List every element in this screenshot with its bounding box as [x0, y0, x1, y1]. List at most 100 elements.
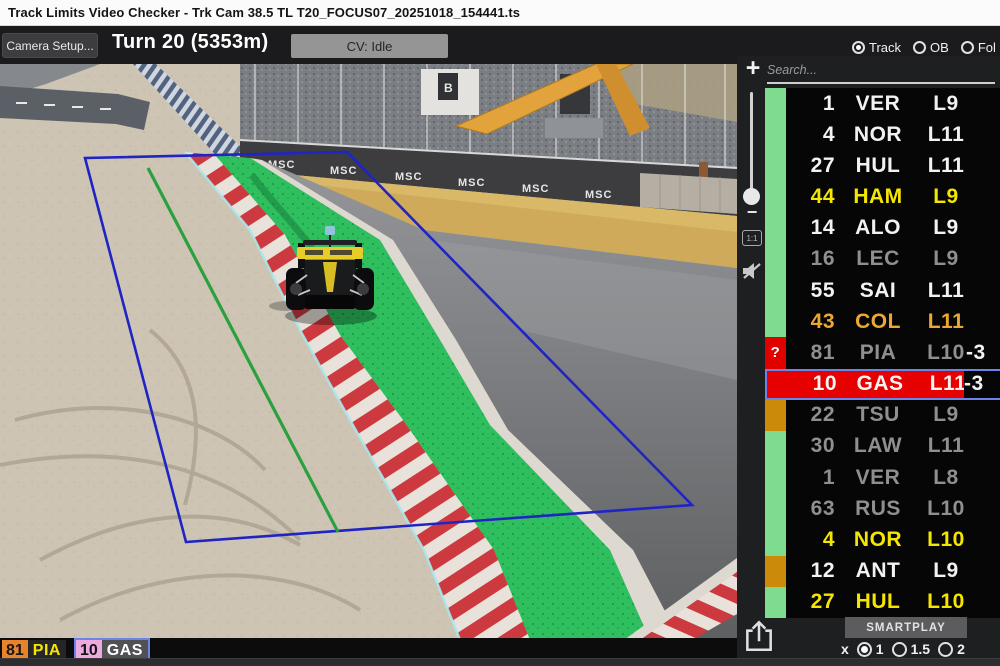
- driver-number: 44: [786, 185, 835, 209]
- driver-row[interactable]: 55SAIL11: [765, 275, 1000, 306]
- driver-row[interactable]: 4NORL10: [765, 524, 1000, 555]
- driver-lap: L11: [921, 123, 971, 147]
- driver-name: ANT: [835, 559, 921, 583]
- status-strip: [765, 400, 786, 431]
- radio-dot-icon: [961, 41, 974, 54]
- status-strip: [765, 493, 786, 524]
- mute-icon[interactable]: [742, 262, 762, 280]
- driver-lap: L9: [921, 559, 971, 583]
- flag-board-letter: B: [444, 81, 453, 95]
- driver-name: LEC: [835, 247, 921, 271]
- driver-name: ALO: [835, 216, 921, 240]
- turn-label: Turn 20 (5353m): [112, 31, 268, 54]
- playback-speed-radios: x 1 1.5 2: [841, 641, 965, 657]
- status-strip: [767, 371, 788, 398]
- driver-number: 43: [786, 310, 835, 334]
- driver-row[interactable]: ?81PIAL10-3: [765, 337, 1000, 368]
- driver-lap: L10: [921, 497, 971, 521]
- bottom-strip: [0, 658, 1000, 666]
- view-mode-label: Track: [869, 40, 901, 55]
- driver-row[interactable]: 1VERL9: [765, 88, 1000, 119]
- flag-badge: ?: [765, 337, 786, 368]
- status-strip: [765, 213, 786, 244]
- driver-row[interactable]: 27HULL10: [765, 587, 1000, 618]
- status-strip: [765, 119, 786, 150]
- speed-label: 2: [957, 641, 965, 657]
- view-mode-track[interactable]: Track: [852, 40, 901, 55]
- driver-lap: L9: [921, 403, 971, 427]
- speed-prefix: x: [841, 641, 849, 657]
- search-field: [767, 58, 995, 84]
- view-mode-label: Fol: [978, 40, 996, 55]
- driver-row[interactable]: 30LAWL11: [765, 431, 1000, 462]
- search-input[interactable]: [767, 58, 995, 82]
- driver-number: 1: [786, 92, 835, 116]
- svg-text:MSC: MSC: [458, 177, 485, 189]
- export-icon[interactable]: [743, 618, 775, 654]
- speed-1.5[interactable]: 1.5: [892, 641, 930, 657]
- driver-row[interactable]: 1VERL8: [765, 462, 1000, 493]
- driver-row[interactable]: 4NORL11: [765, 119, 1000, 150]
- driver-name: RUS: [835, 497, 921, 521]
- cv-status-button[interactable]: CV: Idle: [291, 34, 448, 58]
- driver-row[interactable]: 10GASL11-3: [765, 369, 1000, 400]
- svg-text:MSC: MSC: [585, 189, 612, 201]
- svg-text:MSC: MSC: [395, 171, 422, 183]
- driver-lap: L8: [921, 466, 971, 490]
- speed-1[interactable]: 1: [857, 641, 884, 657]
- driver-number: 55: [786, 279, 835, 303]
- driver-name: NOR: [835, 123, 921, 147]
- driver-row[interactable]: 22TSUL9: [765, 400, 1000, 431]
- driver-lap: L11: [921, 154, 971, 178]
- radio-dot-icon: [857, 642, 872, 657]
- driver-name: VER: [835, 92, 921, 116]
- camera-setup-button[interactable]: Camera Setup...: [2, 33, 98, 58]
- driver-row[interactable]: 16LECL9: [765, 244, 1000, 275]
- status-strip: [765, 462, 786, 493]
- driver-row[interactable]: 43COLL11: [765, 306, 1000, 337]
- driver-row[interactable]: 27HULL11: [765, 150, 1000, 181]
- zoom-slider-track[interactable]: [750, 92, 753, 196]
- driver-row[interactable]: 12ANTL9: [765, 556, 1000, 587]
- video-area[interactable]: B MSCMSCMSCMSCMSCMSCMSC: [0, 64, 737, 640]
- right-panel: + − 1:1 1VERL94NORL1127HULL1144HAML914AL…: [737, 56, 1000, 666]
- bottom-bar: 81PIA10GAS: [0, 638, 737, 660]
- driver-name: HUL: [835, 590, 921, 614]
- view-mode-ob[interactable]: OB: [913, 40, 949, 55]
- driver-number: 10: [788, 372, 837, 396]
- driver-name: HAM: [835, 185, 921, 209]
- speed-2[interactable]: 2: [938, 641, 965, 657]
- view-mode-fol[interactable]: Fol: [961, 40, 996, 55]
- driver-number: 30: [786, 434, 835, 458]
- driver-lap: L11: [921, 434, 971, 458]
- driver-number: 27: [786, 590, 835, 614]
- zoom-out-button[interactable]: −: [745, 206, 759, 220]
- status-strip: [765, 275, 786, 306]
- driver-row[interactable]: 44HAML9: [765, 182, 1000, 213]
- status-strip: [765, 88, 786, 119]
- driver-lap: L9: [921, 185, 971, 209]
- driver-lap: L10: [921, 590, 971, 614]
- driver-delta: -3: [966, 341, 1000, 365]
- status-strip: [765, 244, 786, 275]
- driver-number: 27: [786, 154, 835, 178]
- svg-text:MSC: MSC: [330, 165, 357, 177]
- driver-lap: L10: [921, 341, 971, 365]
- driver-name: TSU: [835, 403, 921, 427]
- one-to-one-button[interactable]: 1:1: [742, 230, 762, 246]
- driver-number: 22: [786, 403, 835, 427]
- view-mode-radios: Track OB Fol: [852, 40, 996, 55]
- zoom-in-button[interactable]: +: [741, 56, 765, 82]
- driver-row[interactable]: 63RUSL10: [765, 493, 1000, 524]
- driver-list: 1VERL94NORL1127HULL1144HAML914ALOL916LEC…: [765, 88, 1000, 618]
- driver-number: 81: [786, 341, 835, 365]
- radio-dot-icon: [913, 41, 926, 54]
- video-feed: B MSCMSCMSCMSCMSCMSCMSC: [0, 64, 737, 640]
- driver-number: 14: [786, 216, 835, 240]
- smartplay-button[interactable]: SMARTPLAY: [845, 617, 967, 638]
- status-strip: [765, 524, 786, 555]
- app-window: Track Limits Video Checker - Trk Cam 38.…: [0, 0, 1000, 666]
- speed-label: 1: [876, 641, 884, 657]
- radio-dot-icon: [938, 642, 953, 657]
- driver-row[interactable]: 14ALOL9: [765, 213, 1000, 244]
